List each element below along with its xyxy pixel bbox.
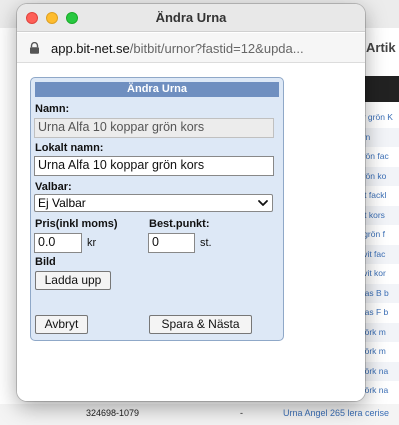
lokalt-namn-input[interactable]: Urna Alfa 10 koppar grön kors bbox=[34, 156, 274, 176]
valbar-label: Valbar: bbox=[35, 181, 72, 193]
cancel-button[interactable]: Avbryt bbox=[35, 315, 88, 334]
namn-field: Urna Alfa 10 koppar grön kors bbox=[34, 118, 274, 138]
background-header: Artik bbox=[366, 40, 396, 55]
upload-button[interactable]: Ladda upp bbox=[35, 271, 111, 290]
bestpunkt-label: Best.punkt: bbox=[149, 218, 210, 230]
chevron-down-icon bbox=[258, 200, 268, 206]
lokalt-namn-label: Lokalt namn: bbox=[35, 142, 104, 154]
background-row-dash: - bbox=[240, 408, 243, 418]
bild-label: Bild bbox=[35, 256, 56, 268]
background-row-id: 324698-1079 bbox=[86, 408, 140, 418]
background-row-product-link[interactable]: Urna Angel 265 lera cerise bbox=[283, 408, 389, 418]
valbar-selected-value: Ej Valbar bbox=[38, 196, 86, 210]
lock-icon bbox=[30, 42, 39, 54]
window-content: Ändra Urna Namn: Urna Alfa 10 koppar grö… bbox=[17, 64, 365, 401]
form-header: Ändra Urna bbox=[35, 82, 279, 97]
edit-urn-form: Ändra Urna Namn: Urna Alfa 10 koppar grö… bbox=[30, 77, 284, 341]
window-title: Ändra Urna bbox=[155, 10, 227, 25]
valbar-select[interactable]: Ej Valbar bbox=[34, 194, 273, 212]
save-next-button[interactable]: Spara & Nästa bbox=[149, 315, 252, 334]
bestpunkt-unit: st. bbox=[200, 237, 212, 249]
url-text[interactable]: app.bit-net.se/bitbit/urnor?fastid=12&up… bbox=[51, 41, 357, 56]
url-path: /bitbit/urnor?fastid=12&upda... bbox=[129, 41, 304, 56]
bestpunkt-input[interactable]: 0 bbox=[148, 233, 195, 253]
namn-label: Namn: bbox=[35, 103, 70, 115]
pris-label: Pris(inkl moms) bbox=[35, 218, 118, 230]
pris-input[interactable]: 0.0 bbox=[34, 233, 82, 253]
pris-unit: kr bbox=[87, 237, 97, 249]
url-host: app.bit-net.se bbox=[51, 41, 130, 56]
window-titlebar[interactable]: Ändra Urna bbox=[17, 4, 365, 32]
url-bar[interactable]: app.bit-net.se/bitbit/urnor?fastid=12&up… bbox=[17, 33, 365, 63]
popup-window: Ändra Urna app.bit-net.se/bitbit/urnor?f… bbox=[17, 4, 365, 401]
